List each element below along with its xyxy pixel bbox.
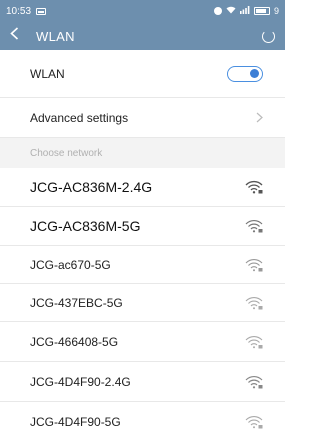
title-bar: WLAN bbox=[0, 22, 285, 50]
network-ssid: JCG-466408-5G bbox=[30, 334, 119, 349]
network-item[interactable]: JCG-437EBC-5G bbox=[0, 284, 285, 322]
network-item[interactable]: JCG-4D4F90-5G bbox=[0, 402, 285, 441]
network-ssid: JCG-ac670-5G bbox=[30, 257, 111, 272]
choose-network-header: Choose network bbox=[0, 138, 285, 168]
image-notification-icon bbox=[36, 7, 47, 15]
advanced-settings-label: Advanced settings bbox=[30, 110, 129, 125]
network-item[interactable]: JCG-AC836M-5G bbox=[0, 207, 285, 246]
network-ssid: JCG-4D4F90-2.4G bbox=[30, 374, 131, 389]
network-item[interactable]: JCG-4D4F90-2.4G bbox=[0, 362, 285, 402]
wifi-secured-icon bbox=[245, 258, 263, 272]
wifi-secured-icon bbox=[245, 375, 263, 389]
network-ssid: JCG-437EBC-5G bbox=[30, 295, 123, 310]
network-item[interactable]: JCG-ac670-5G bbox=[0, 246, 285, 284]
back-arrow-icon[interactable] bbox=[10, 27, 28, 45]
advanced-settings-row[interactable]: Advanced settings bbox=[0, 98, 285, 138]
status-time: 10:53 bbox=[6, 5, 32, 17]
wifi-secured-icon bbox=[245, 296, 263, 310]
wifi-secured-icon bbox=[245, 415, 263, 429]
choose-network-label: Choose network bbox=[30, 147, 103, 159]
battery-icon bbox=[253, 7, 270, 15]
network-item[interactable]: JCG-AC836M-2.4G bbox=[0, 168, 285, 207]
wlan-label: WLAN bbox=[30, 66, 65, 81]
status-icons: 9 bbox=[213, 6, 279, 17]
page-title: WLAN bbox=[36, 28, 75, 44]
toggle-knob bbox=[250, 68, 259, 78]
wifi-secured-icon bbox=[245, 219, 263, 233]
wifi-secured-icon bbox=[245, 180, 263, 194]
network-ssid: JCG-AC836M-2.4G bbox=[30, 177, 159, 197]
signal-strength-icon bbox=[239, 6, 250, 16]
battery-level: 9 bbox=[273, 6, 279, 16]
network-ssid: JCG-4D4F90-5G bbox=[30, 414, 121, 429]
wlan-toggle-switch[interactable] bbox=[227, 65, 263, 82]
refresh-icon[interactable] bbox=[262, 29, 275, 43]
network-item[interactable]: JCG-466408-5G bbox=[0, 322, 285, 362]
wifi-secured-icon bbox=[245, 335, 263, 349]
chevron-right-icon bbox=[256, 110, 263, 126]
status-bar: 10:53 9 bbox=[0, 0, 285, 22]
wifi-status-icon bbox=[226, 6, 236, 17]
do-not-disturb-icon bbox=[213, 7, 222, 15]
network-ssid: JCG-AC836M-5G bbox=[30, 216, 147, 236]
wlan-toggle-row[interactable]: WLAN bbox=[0, 50, 285, 98]
